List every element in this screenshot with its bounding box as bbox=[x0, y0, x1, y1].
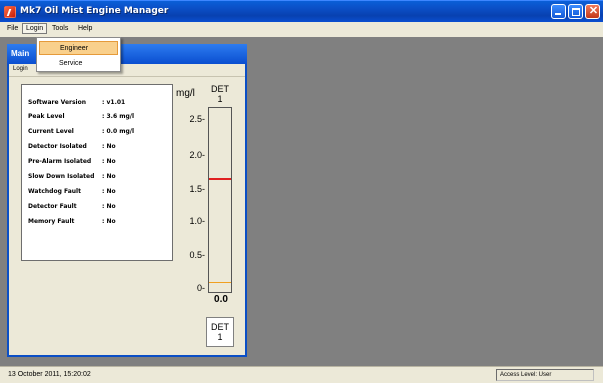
detector-button-line1: DET bbox=[211, 322, 229, 332]
status-label: Slow Down Isolated bbox=[28, 173, 95, 180]
close-icon: ✕ bbox=[588, 5, 599, 17]
title-bar: Mk7 Oil Mist Engine Manager ✕ bbox=[0, 0, 603, 22]
child-window-title: Main bbox=[11, 49, 30, 58]
status-panel: Software Version : v1.01 Peak Level : 3.… bbox=[21, 84, 173, 261]
status-value: : No bbox=[102, 158, 116, 165]
gauge-tick-label: 0.5- bbox=[189, 250, 205, 260]
status-access-level: Access Level: User bbox=[496, 369, 594, 381]
status-label: Detector Isolated bbox=[28, 143, 87, 150]
gauge-header-line2: 1 bbox=[217, 94, 223, 104]
menu-login[interactable]: Login bbox=[22, 23, 48, 34]
maximize-button[interactable] bbox=[568, 4, 583, 19]
status-value: : No bbox=[102, 173, 116, 180]
status-value: : No bbox=[102, 143, 116, 150]
prealarm-threshold-line bbox=[209, 282, 231, 283]
gauge-header-line1: DET bbox=[211, 84, 229, 94]
dropdown-item-engineer[interactable]: Engineer bbox=[39, 41, 118, 55]
main-child-window: Main Login Software Version : v1.01 Peak… bbox=[7, 44, 247, 357]
gauge-unit-label: mg/l bbox=[176, 88, 195, 99]
status-value: : v1.01 bbox=[102, 99, 126, 106]
gauge-reading: 0.0 bbox=[214, 294, 228, 305]
status-label: Pre-Alarm Isolated bbox=[28, 158, 92, 165]
dropdown-item-service[interactable]: Service bbox=[39, 57, 118, 71]
gauge-tick-label: 1.0- bbox=[189, 216, 205, 226]
status-label: Memory Fault bbox=[28, 218, 75, 225]
gauge-tick-label: 0- bbox=[196, 283, 205, 293]
minimize-icon bbox=[555, 13, 561, 15]
status-value: : No bbox=[102, 188, 116, 195]
alarm-threshold-line bbox=[209, 178, 231, 180]
gauge-detector-header: DET 1 bbox=[207, 84, 233, 104]
menu-help[interactable]: Help bbox=[75, 24, 95, 33]
detector-button[interactable]: DET 1 bbox=[206, 317, 234, 347]
status-value: : No bbox=[102, 218, 116, 225]
status-label: Software Version bbox=[28, 99, 86, 106]
login-dropdown: Engineer Service bbox=[36, 37, 121, 72]
gauge-tick-label: 1.5- bbox=[189, 184, 205, 194]
status-label: Current Level bbox=[28, 128, 74, 135]
menu-file[interactable]: File bbox=[4, 24, 21, 33]
status-datetime: 13 October 2011, 15:20:02 bbox=[8, 371, 91, 378]
menu-tools[interactable]: Tools bbox=[49, 24, 71, 33]
status-label: Watchdog Fault bbox=[28, 188, 81, 195]
detector-button-line2: 1 bbox=[217, 332, 223, 342]
close-button[interactable]: ✕ bbox=[585, 4, 600, 19]
status-value: : 0.0 mg/l bbox=[102, 128, 135, 135]
gauge-bar bbox=[208, 107, 232, 293]
status-bar: 13 October 2011, 15:20:02 Access Level: … bbox=[0, 366, 603, 383]
gauge-tick-label: 2.0- bbox=[189, 150, 205, 160]
status-label: Detector Fault bbox=[28, 203, 77, 210]
minimize-button[interactable] bbox=[551, 4, 566, 19]
status-value: : 3.6 mg/l bbox=[102, 113, 135, 120]
status-label: Peak Level bbox=[28, 113, 65, 120]
status-value: : No bbox=[102, 203, 116, 210]
maximize-icon bbox=[572, 8, 580, 16]
app-logo-icon bbox=[4, 6, 16, 18]
menu-bar: File Login Tools Help bbox=[0, 22, 603, 37]
gauge-tick-label: 2.5- bbox=[189, 114, 205, 124]
child-menu-login[interactable]: Login bbox=[13, 66, 28, 72]
window-title: Mk7 Oil Mist Engine Manager bbox=[20, 6, 169, 16]
